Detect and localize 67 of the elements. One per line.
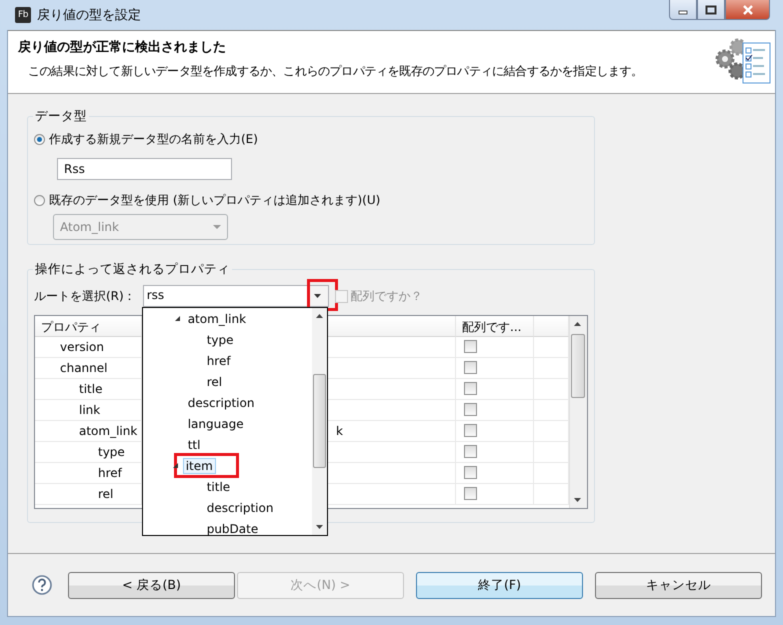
table-cell: channel bbox=[35, 358, 142, 379]
scrollbar-thumb[interactable] bbox=[571, 334, 585, 398]
column-header[interactable]: プロパティ bbox=[35, 316, 142, 337]
radio-label: 既存のデータ型を使用 (新しいプロパティは追加されます)(U) bbox=[49, 192, 380, 208]
maximize-icon bbox=[705, 4, 717, 14]
table-cell: title bbox=[35, 379, 142, 400]
dropdown-item[interactable]: description bbox=[184, 394, 258, 410]
table-cell: version bbox=[35, 337, 142, 358]
scrollbar-thumb[interactable] bbox=[312, 374, 326, 468]
table-cell: rel bbox=[35, 484, 142, 505]
table-cell: atom_link bbox=[35, 421, 142, 442]
table-cell: type bbox=[35, 442, 142, 463]
table-cell: href bbox=[35, 463, 142, 484]
close-button[interactable] bbox=[725, 0, 770, 20]
minimize-button[interactable] bbox=[669, 0, 697, 20]
checkbox[interactable] bbox=[334, 290, 348, 302]
checkbox[interactable] bbox=[464, 382, 477, 395]
scroll-down-icon[interactable] bbox=[574, 498, 581, 502]
maximize-button[interactable] bbox=[697, 0, 725, 20]
radio-button[interactable] bbox=[34, 134, 45, 144]
dropdown-item[interactable]: language bbox=[184, 416, 247, 432]
radio-button[interactable] bbox=[34, 194, 45, 206]
app-icon: Fb bbox=[15, 7, 31, 23]
header-description: この結果に対して新しいデータ型を作成するか、これらのプロパティを既存のプロパティに結合するかを指定します。 bbox=[27, 63, 644, 80]
dialog-button[interactable]: 終了(F) bbox=[416, 572, 583, 598]
dropdown-list[interactable]: atom_link type href rel description language ttl item title description pubDate bbox=[142, 307, 328, 536]
window-title: 戻り値の型を設定 bbox=[37, 7, 142, 24]
column-header[interactable]: 配列です... bbox=[456, 316, 534, 337]
scroll-up-icon[interactable] bbox=[316, 314, 323, 318]
expanded-triangle-icon[interactable] bbox=[174, 315, 182, 322]
group-label: データ型 bbox=[33, 108, 89, 125]
dropdown-item[interactable]: title bbox=[204, 478, 234, 494]
checkbox[interactable] bbox=[464, 361, 477, 374]
checkbox[interactable] bbox=[464, 424, 477, 437]
header-title: 戻り値の型が正常に検出されました bbox=[18, 38, 227, 56]
expanded-triangle-icon[interactable] bbox=[172, 462, 180, 469]
checkbox[interactable] bbox=[464, 487, 477, 500]
scrollbar[interactable] bbox=[569, 316, 587, 508]
dropdown-item[interactable]: pubDate bbox=[204, 520, 262, 535]
dropdown-item[interactable]: description bbox=[204, 500, 276, 516]
dialog-button[interactable]: < 戻る(B) bbox=[68, 572, 235, 598]
radio-label: 作成する新規データ型の名前を入力(E) bbox=[49, 130, 258, 148]
root-select-label: ルートを選択(R)： bbox=[34, 288, 136, 304]
checkbox[interactable] bbox=[464, 466, 477, 479]
root-select-field[interactable]: rss bbox=[142, 285, 329, 307]
dropdown-item[interactable]: href bbox=[204, 352, 234, 368]
caret-icon bbox=[213, 224, 221, 228]
checkbox[interactable] bbox=[464, 445, 477, 458]
group-label: 操作によって返されるプロパティ bbox=[33, 261, 232, 278]
caret-icon bbox=[314, 294, 322, 298]
scroll-up-icon[interactable] bbox=[574, 322, 581, 326]
root-select-value: rss bbox=[146, 287, 166, 304]
scroll-down-icon[interactable] bbox=[316, 525, 323, 529]
name-input-field[interactable]: Rss bbox=[57, 158, 232, 180]
dropdown-item[interactable]: rel bbox=[204, 374, 226, 390]
scrollbar[interactable] bbox=[312, 308, 327, 535]
dropdown-item[interactable]: atom_link bbox=[184, 310, 250, 326]
dropdown-item[interactable]: type bbox=[204, 332, 237, 348]
checkbox[interactable] bbox=[464, 403, 477, 416]
help-icon[interactable] bbox=[32, 575, 52, 595]
dropdown-item[interactable]: ttl bbox=[184, 436, 204, 452]
close-icon bbox=[742, 4, 754, 14]
dropdown-item[interactable]: item bbox=[182, 458, 216, 474]
checkbox-label: 配列ですか？ bbox=[350, 288, 423, 304]
table-cell: link bbox=[35, 400, 142, 421]
gears-checklist-drawing bbox=[716, 38, 770, 84]
checkbox[interactable] bbox=[464, 340, 477, 353]
